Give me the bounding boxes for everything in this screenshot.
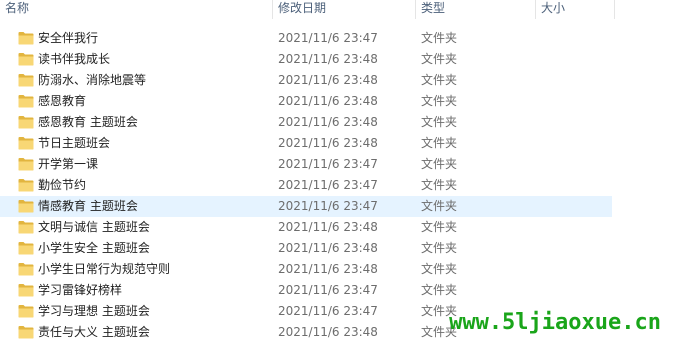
folder-icon	[18, 325, 34, 339]
column-header: 名称 修改日期 类型 大小	[0, 0, 679, 20]
item-name: 文明与诚信 主题班会	[38, 220, 150, 234]
item-type: 文件夹	[421, 199, 458, 213]
item-date: 2021/11/6 23:48	[278, 136, 378, 150]
item-date: 2021/11/6 23:48	[278, 73, 378, 87]
list-item[interactable]: 开学第一课 2021/11/6 23:47 文件夹	[0, 154, 612, 175]
item-type: 文件夹	[421, 178, 458, 192]
file-list: 安全伴我行 2021/11/6 23:47 文件夹 读书伴我成长 2021/11/6 2…	[0, 28, 679, 343]
list-item[interactable]: 小学生日常行为规范守则 2021/11/6 23:48 文件夹	[0, 259, 612, 280]
item-type: 文件夹	[421, 220, 458, 234]
list-item[interactable]: 感恩教育 主题班会 2021/11/6 23:48 文件夹	[0, 112, 612, 133]
item-date: 2021/11/6 23:47	[278, 199, 378, 213]
item-date: 2021/11/6 23:48	[278, 262, 378, 276]
item-date: 2021/11/6 23:48	[278, 325, 378, 339]
item-name: 开学第一课	[38, 157, 99, 171]
list-item[interactable]: 学习雷锋好榜样 2021/11/6 23:47 文件夹	[0, 280, 612, 301]
column-divider[interactable]	[614, 0, 615, 19]
folder-icon	[18, 73, 34, 87]
column-type-header[interactable]: 类型	[416, 0, 535, 19]
item-date: 2021/11/6 23:47	[278, 304, 378, 318]
folder-icon	[18, 178, 34, 192]
watermark: www.5ljiaoxue.cn	[449, 310, 661, 335]
item-name: 读书伴我成长	[38, 52, 111, 66]
folder-icon	[18, 304, 34, 318]
folder-icon	[18, 52, 34, 66]
item-type: 文件夹	[421, 283, 458, 297]
item-type: 文件夹	[421, 52, 458, 66]
item-name: 感恩教育 主题班会	[38, 115, 138, 129]
item-type: 文件夹	[421, 157, 458, 171]
item-date: 2021/11/6 23:47	[278, 283, 378, 297]
list-item[interactable]: 读书伴我成长 2021/11/6 23:48 文件夹	[0, 49, 612, 70]
list-item[interactable]: 情感教育 主题班会 2021/11/6 23:47 文件夹	[0, 196, 612, 217]
folder-icon	[18, 115, 34, 129]
item-name: 责任与大义 主题班会	[38, 325, 150, 339]
folder-icon	[18, 136, 34, 150]
item-date: 2021/11/6 23:48	[278, 115, 378, 129]
item-type: 文件夹	[421, 31, 458, 45]
item-date: 2021/11/6 23:47	[278, 31, 378, 45]
list-item[interactable]: 文明与诚信 主题班会 2021/11/6 23:48 文件夹	[0, 217, 612, 238]
folder-icon	[18, 157, 34, 171]
item-date: 2021/11/6 23:48	[278, 220, 378, 234]
column-date-header[interactable]: 修改日期	[273, 0, 415, 19]
item-date: 2021/11/6 23:47	[278, 178, 378, 192]
item-name: 学习与理想 主题班会	[38, 304, 150, 318]
item-name: 小学生日常行为规范守则	[38, 262, 171, 276]
item-name: 情感教育 主题班会	[38, 199, 138, 213]
item-date: 2021/11/6 23:47	[278, 157, 378, 171]
item-type: 文件夹	[421, 241, 458, 255]
item-type: 文件夹	[421, 136, 458, 150]
folder-icon	[18, 31, 34, 45]
column-size-header[interactable]: 大小	[536, 0, 614, 19]
folder-icon	[18, 94, 34, 108]
folder-icon	[18, 262, 34, 276]
folder-icon	[18, 283, 34, 297]
column-name-header[interactable]: 名称	[0, 0, 272, 19]
list-item[interactable]: 防溺水、消除地震等 2021/11/6 23:48 文件夹	[0, 70, 612, 91]
item-name: 感恩教育	[38, 94, 87, 108]
item-date: 2021/11/6 23:48	[278, 94, 378, 108]
item-name: 节日主题班会	[38, 136, 111, 150]
item-name: 小学生安全 主题班会	[38, 241, 150, 255]
file-explorer: 名称 修改日期 类型 大小 安全伴我行 2021/11/6 23:47 文件夹 读书伴…	[0, 0, 679, 345]
list-item[interactable]: 感恩教育 2021/11/6 23:48 文件夹	[0, 91, 612, 112]
folder-icon	[18, 220, 34, 234]
item-date: 2021/11/6 23:48	[278, 241, 378, 255]
item-name: 学习雷锋好榜样	[38, 283, 123, 297]
item-name: 防溺水、消除地震等	[38, 73, 147, 87]
item-name: 勤俭节约	[38, 178, 87, 192]
list-item[interactable]: 小学生安全 主题班会 2021/11/6 23:48 文件夹	[0, 238, 612, 259]
item-date: 2021/11/6 23:48	[278, 52, 378, 66]
folder-icon	[18, 241, 34, 255]
item-type: 文件夹	[421, 73, 458, 87]
item-name: 安全伴我行	[38, 31, 99, 45]
list-item[interactable]: 勤俭节约 2021/11/6 23:47 文件夹	[0, 175, 612, 196]
item-type: 文件夹	[421, 94, 458, 108]
folder-icon	[18, 199, 34, 213]
item-type: 文件夹	[421, 115, 458, 129]
item-type: 文件夹	[421, 262, 458, 276]
list-item[interactable]: 节日主题班会 2021/11/6 23:48 文件夹	[0, 133, 612, 154]
list-item[interactable]: 安全伴我行 2021/11/6 23:47 文件夹	[0, 28, 612, 49]
